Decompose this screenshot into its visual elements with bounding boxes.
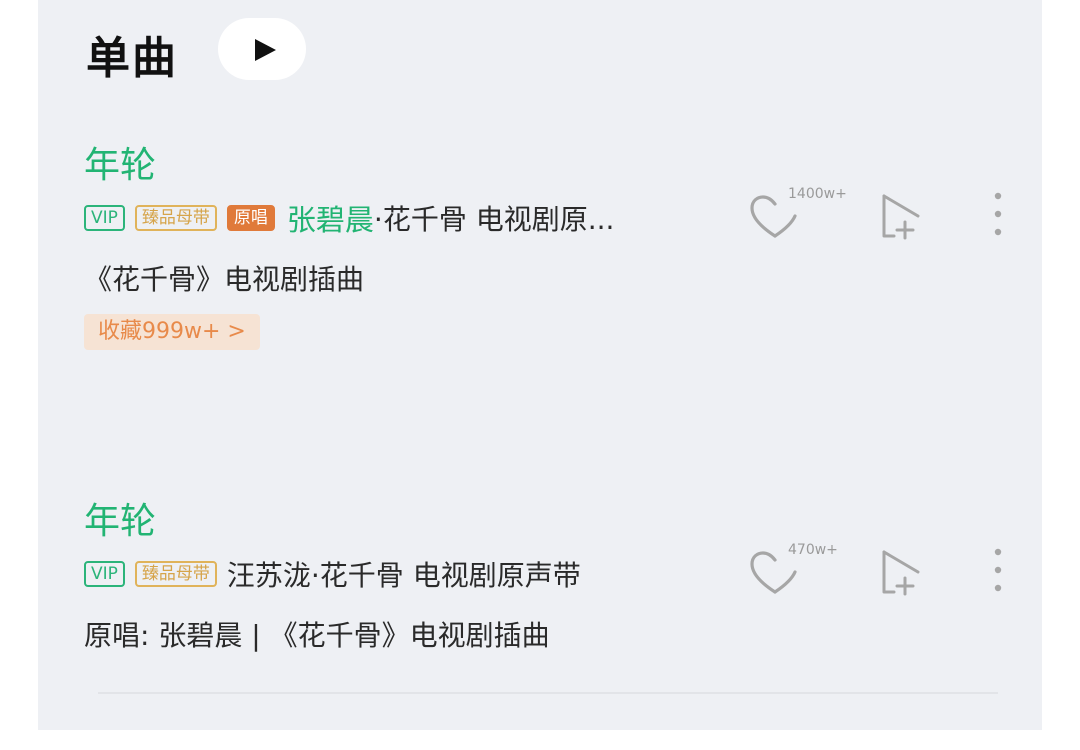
list-divider: [98, 692, 998, 694]
song-title[interactable]: 年轮: [84, 136, 156, 188]
play-all-button[interactable]: [218, 18, 306, 80]
like-count: 470w+: [788, 542, 838, 558]
artist-album-text: ·花千骨 电视剧原...: [373, 203, 615, 236]
single-tracks-panel: 单曲 年轮 VIP 臻品母带 原唱 张碧晨 ·花千骨 电视剧原... 《花千骨》…: [38, 0, 1042, 730]
song-item[interactable]: 年轮 VIP 臻品母带 汪苏泷·花千骨 电视剧原声带 原唱: 张碧晨 | 《花千…: [38, 490, 1042, 750]
favorite-count-badge[interactable]: 收藏999w+ >: [84, 314, 260, 350]
master-quality-tag: 臻品母带: [134, 205, 217, 231]
section-title: 单曲: [86, 33, 178, 84]
add-to-playlist-icon: [882, 194, 920, 240]
like-button[interactable]: 1400w+: [748, 184, 848, 254]
song-title[interactable]: 年轮: [84, 492, 156, 544]
vip-tag: VIP: [84, 561, 125, 587]
song-meta-row: VIP 臻品母带 汪苏泷·花千骨 电视剧原声带: [84, 554, 581, 594]
master-quality-tag: 臻品母带: [134, 561, 217, 587]
original-singer-tag: 原唱: [226, 205, 275, 231]
more-icon: [994, 548, 1002, 592]
more-options-button[interactable]: [986, 190, 1010, 240]
artist-album-text: 汪苏泷·花千骨 电视剧原声带: [226, 559, 581, 592]
add-to-playlist-icon: [882, 550, 920, 596]
like-button[interactable]: 470w+: [748, 540, 848, 610]
vip-tag: VIP: [84, 205, 125, 231]
play-icon: [255, 39, 276, 61]
like-count: 1400w+: [788, 186, 847, 202]
song-item[interactable]: 年轮 VIP 臻品母带 原唱 张碧晨 ·花千骨 电视剧原... 《花千骨》电视剧…: [38, 134, 1042, 394]
song-description: 原唱: 张碧晨 | 《花千骨》电视剧插曲: [84, 619, 550, 652]
add-to-playlist-button[interactable]: [878, 192, 928, 242]
more-options-button[interactable]: [986, 546, 1010, 596]
song-description: 《花千骨》电视剧插曲: [84, 263, 365, 296]
add-to-playlist-button[interactable]: [878, 548, 928, 598]
artist-name-highlight[interactable]: 张碧晨: [287, 197, 374, 239]
more-icon: [994, 192, 1002, 236]
song-meta-row: VIP 臻品母带 原唱 张碧晨 ·花千骨 电视剧原...: [84, 198, 614, 238]
